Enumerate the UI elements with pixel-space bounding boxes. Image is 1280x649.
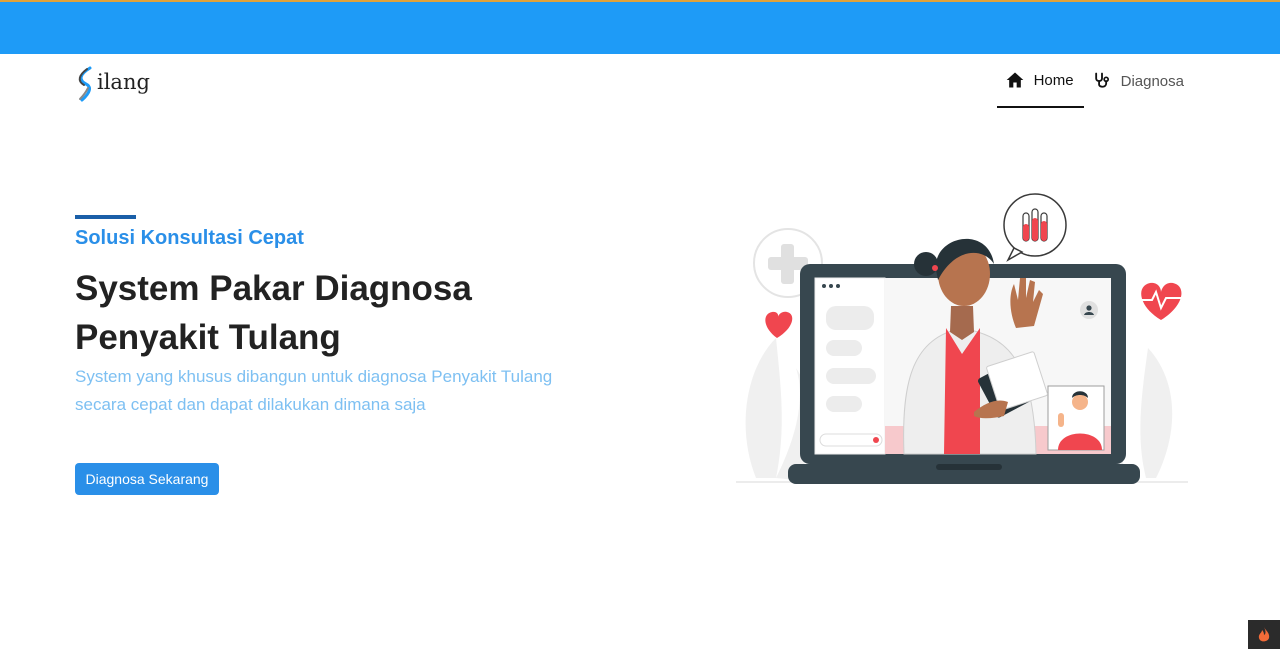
hero-description: System yang khusus dibangun untuk diagno…: [75, 367, 553, 414]
heart-icon: [1141, 282, 1182, 320]
hero-accent-rule: [75, 215, 136, 219]
nav-item-label: Diagnosa: [1120, 72, 1184, 90]
nav-item-label: Home: [1033, 71, 1074, 89]
stethoscope-icon: [1094, 72, 1109, 88]
brand-logo[interactable]: ilang: [74, 66, 150, 102]
doctor-telemedicine-illustration: [736, 193, 1188, 484]
home-icon: [1006, 72, 1023, 88]
flame-icon: [1258, 626, 1270, 641]
logo-text: ilang: [97, 70, 150, 94]
diagnosa-sekarang-button[interactable]: Diagnosa Sekarang: [75, 463, 219, 495]
hero-tagline: Solusi Konsultasi Cepat: [75, 227, 304, 249]
corner-badge[interactable]: [1248, 620, 1280, 649]
logo-mark-icon: [78, 66, 92, 102]
nav-item-home[interactable]: Home: [996, 54, 1084, 108]
nav-item-diagnosa[interactable]: Diagnosa: [1084, 54, 1194, 108]
heart-icon: [765, 311, 793, 338]
hero-title: System Pakar Diagnosa Penyakit Tulang: [75, 269, 472, 357]
navbar: ilang Home Diagnosa: [0, 54, 1280, 110]
main-nav: Home Diagnosa: [996, 54, 1194, 108]
top-banner: [0, 0, 1280, 54]
